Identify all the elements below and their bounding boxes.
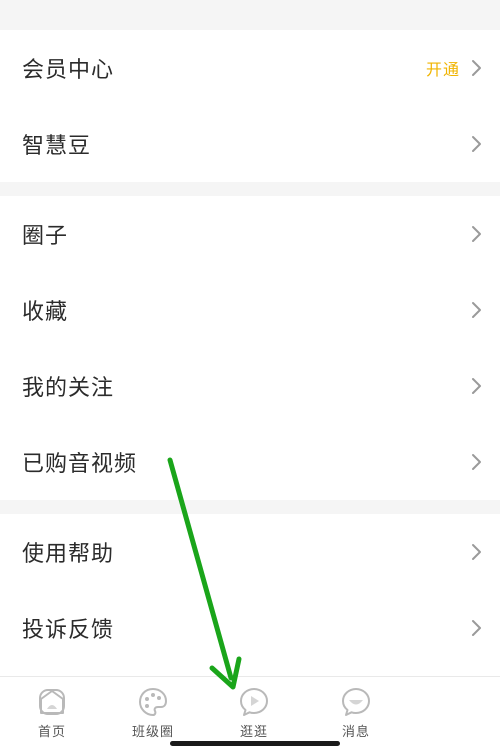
menu-row-label: 收藏 [22,300,69,325]
support-group: 使用帮助 投诉反馈 [0,514,500,676]
tab-label: 班级圈 [131,725,174,740]
menu-row-label: 我的关注 [22,376,115,401]
bottom-tab-bar: 首页 班级圈 逛逛 消息 [0,676,500,750]
palette-icon [136,685,170,719]
chevron-right-icon [466,618,486,638]
chevron-right-icon [466,224,486,244]
tab-browse[interactable]: 逛逛 [214,685,294,745]
tab-class-circle[interactable]: 班级圈 [113,685,193,745]
play-bubble-icon [237,685,271,719]
chevron-right-icon [466,58,486,78]
menu-row-help[interactable]: 使用帮助 [0,514,500,590]
content-group: 圈子 收藏 我的关注 已购音视频 [0,196,500,500]
chevron-right-icon [466,300,486,320]
menu-row-label: 圈子 [22,224,69,249]
menu-row-purchased-media[interactable]: 已购音视频 [0,424,500,500]
activate-link[interactable]: 开通 [426,56,460,80]
chat-bubble-icon [339,685,373,719]
chevron-right-icon [466,376,486,396]
profile-menu-screen: 会员中心 开通 智慧豆 圈子 收藏 我的关注 已购音视频 使用帮助 投诉反馈 首… [0,0,500,750]
chevron-right-icon [466,134,486,154]
home-icon [35,685,69,719]
menu-row-feedback[interactable]: 投诉反馈 [0,590,500,666]
home-indicator [170,741,340,746]
tab-label: 消息 [341,725,370,740]
tab-label: 逛逛 [239,725,268,740]
chevron-right-icon [466,452,486,472]
tab-messages[interactable]: 消息 [316,685,396,745]
menu-row-label: 会员中心 [22,58,115,83]
menu-row-circles[interactable]: 圈子 [0,196,500,272]
menu-row-label: 已购音视频 [22,452,138,477]
menu-row-following[interactable]: 我的关注 [0,348,500,424]
tab-label: 首页 [37,725,66,740]
menu-row-membership[interactable]: 会员中心 开通 [0,30,500,106]
menu-row-label: 智慧豆 [22,134,92,159]
menu-row-label: 使用帮助 [22,542,115,567]
chevron-right-icon [466,542,486,562]
top-spacer [0,0,500,16]
tab-home[interactable]: 首页 [12,685,92,745]
membership-group: 会员中心 开通 智慧豆 [0,30,500,182]
menu-row-zhihuidou[interactable]: 智慧豆 [0,106,500,182]
menu-row-label: 投诉反馈 [22,618,115,643]
menu-row-favorites[interactable]: 收藏 [0,272,500,348]
